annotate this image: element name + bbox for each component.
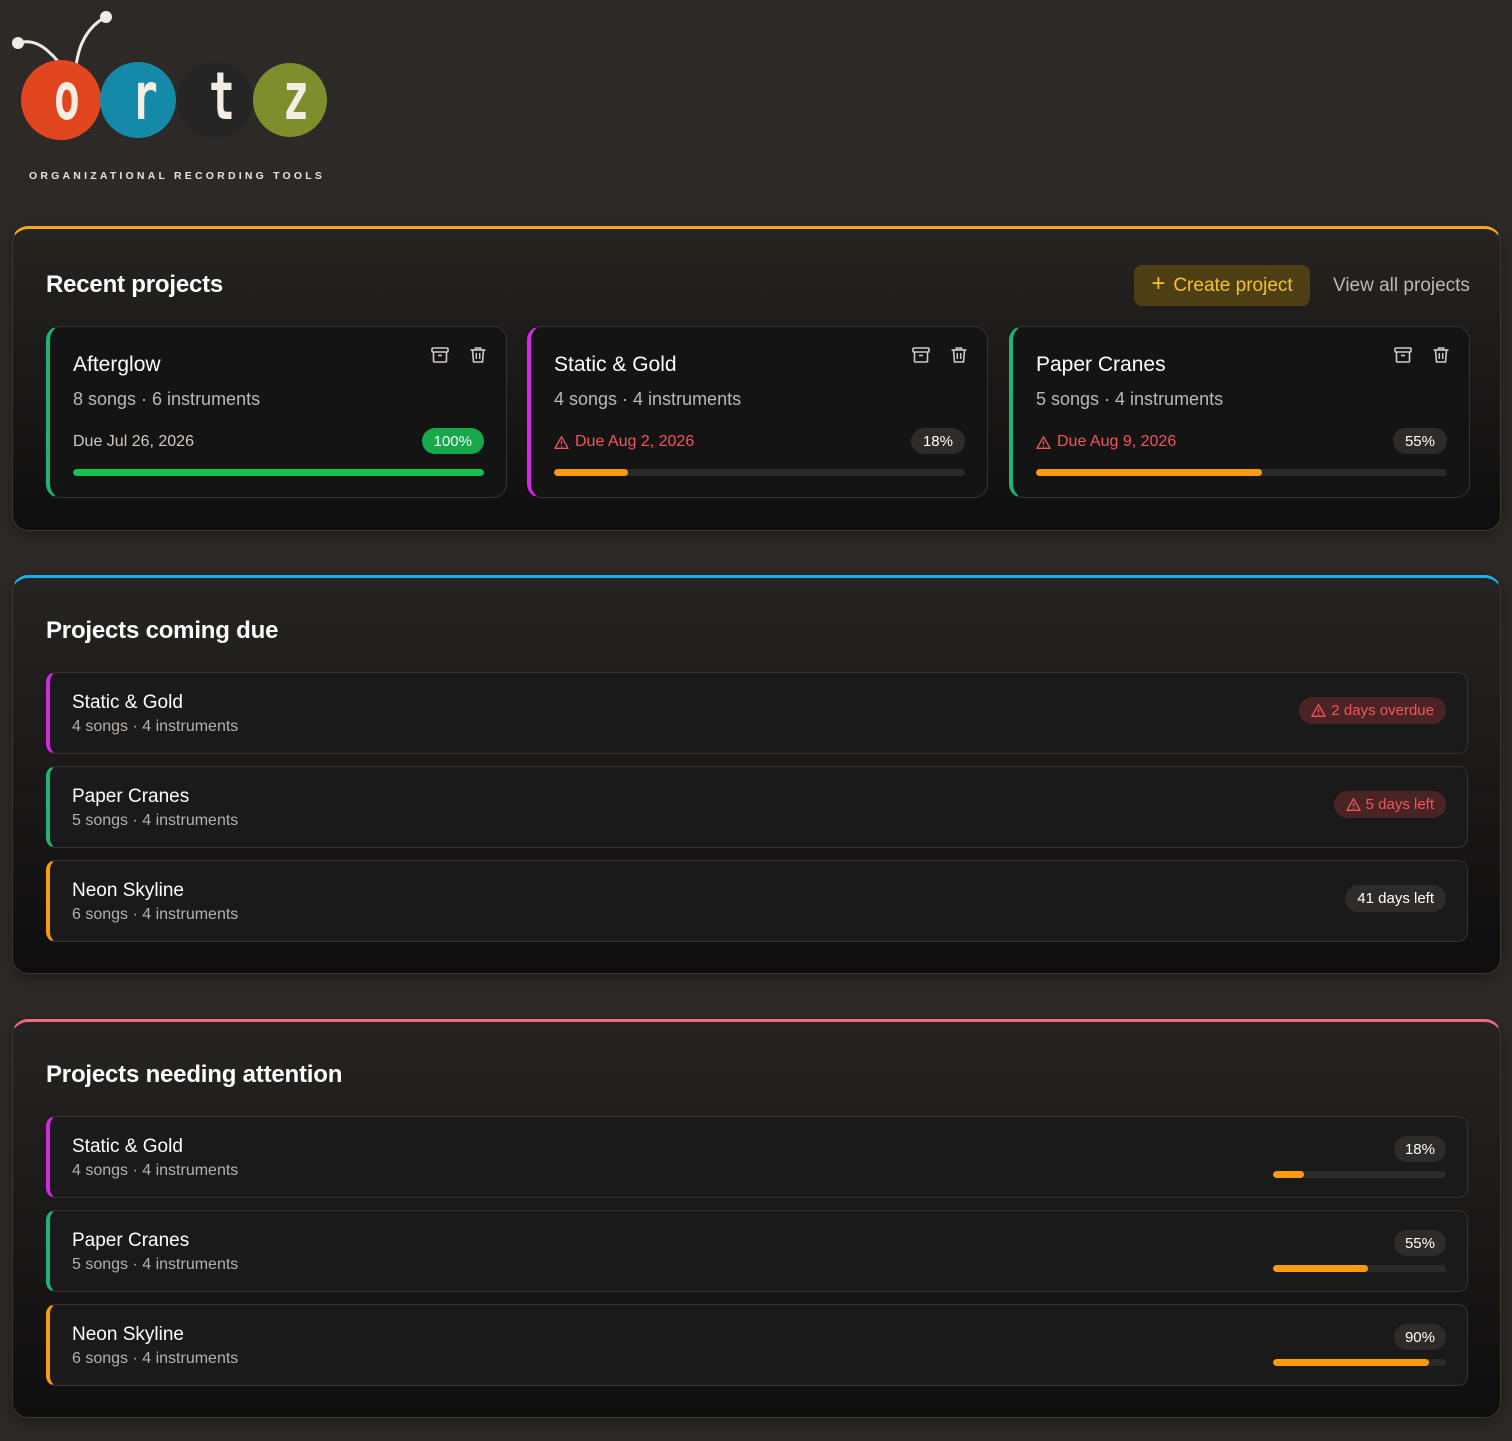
due-project-row[interactable]: Neon Skyline 6 songs · 4 instruments 41 da… xyxy=(46,860,1468,942)
due-date-text: Due Aug 9, 2026 xyxy=(1057,433,1177,450)
progress-bar xyxy=(554,469,965,476)
progress-bar-fill xyxy=(1273,1171,1305,1178)
project-meta: 8 songs · 6 instruments xyxy=(73,389,261,409)
projects-needing-attention-section: Projects needing attention Static & Gold… xyxy=(12,1019,1501,1418)
due-date: Due Jul 26, 2026 xyxy=(73,433,194,451)
projects-needing-attention-title: Projects needing attention xyxy=(46,1061,343,1088)
due-date: Due Aug 9, 2026 xyxy=(1036,433,1176,451)
project-meta: 5 songs · 4 instruments xyxy=(72,1256,239,1273)
plus-icon: + xyxy=(1151,270,1166,297)
create-project-button[interactable]: + Create project xyxy=(1134,265,1310,306)
project-meta: 4 songs · 4 instruments xyxy=(72,1162,239,1179)
attention-project-row[interactable]: Paper Cranes 5 songs · 4 instruments 55% xyxy=(46,1210,1468,1292)
logo-letter-r: r xyxy=(131,58,158,135)
project-name: Paper Cranes xyxy=(1036,353,1166,376)
warning-icon xyxy=(1311,703,1327,718)
app-logo[interactable]: o r t z ORGANIZATIONAL RECORDING TOOLS xyxy=(10,8,340,188)
logo-letter-o: o xyxy=(53,58,80,135)
project-card[interactable]: Afterglow 8 songs · 6 instruments Due Jul … xyxy=(46,326,507,498)
recent-projects-title: Recent projects xyxy=(46,271,224,298)
projects-coming-due-title: Projects coming due xyxy=(46,617,279,644)
project-name: Neon Skyline xyxy=(72,880,184,901)
logo-letter-t: t xyxy=(208,58,235,135)
warning-icon xyxy=(1345,797,1361,812)
warning-icon xyxy=(554,435,569,450)
due-status-badge: 2 days overdue xyxy=(1299,697,1446,724)
card-actions xyxy=(911,345,969,365)
progress-badge: 18% xyxy=(1393,1136,1446,1162)
progress-badge: 55% xyxy=(1393,1230,1446,1256)
progress-bar xyxy=(1036,469,1447,476)
archive-icon[interactable] xyxy=(430,345,450,365)
project-name: Static & Gold xyxy=(554,353,677,376)
view-all-projects-link[interactable]: View all projects xyxy=(1333,275,1470,297)
projects-coming-due-section: Projects coming due Static & Gold 4 songs… xyxy=(12,575,1501,974)
project-meta: 5 songs · 4 instruments xyxy=(1036,389,1224,409)
project-card[interactable]: Paper Cranes 5 songs · 4 instruments Due A… xyxy=(1009,326,1470,498)
project-card[interactable]: Static & Gold 4 songs · 4 instruments Due … xyxy=(527,326,988,498)
trash-icon[interactable] xyxy=(949,345,969,365)
due-status-text: 2 days overdue xyxy=(1331,702,1434,719)
trash-icon[interactable] xyxy=(1431,345,1451,365)
attention-project-row[interactable]: Static & Gold 4 songs · 4 instruments 18% xyxy=(46,1116,1468,1198)
project-name: Afterglow xyxy=(73,353,161,376)
due-date: Due Aug 2, 2026 xyxy=(554,433,694,451)
due-date-text: Due Aug 2, 2026 xyxy=(575,433,695,450)
card-actions xyxy=(1393,345,1451,365)
due-project-row[interactable]: Paper Cranes 5 songs · 4 instruments 5 day… xyxy=(46,766,1468,848)
progress-bar-fill xyxy=(73,469,484,476)
project-meta: 5 songs · 4 instruments xyxy=(72,812,239,829)
project-meta: 4 songs · 4 instruments xyxy=(72,718,239,735)
project-meta: 4 songs · 4 instruments xyxy=(554,389,742,409)
due-date-text: Due Jul 26, 2026 xyxy=(73,433,194,450)
card-actions xyxy=(430,345,488,365)
archive-icon[interactable] xyxy=(1393,345,1413,365)
progress-badge: 55% xyxy=(1392,428,1447,454)
warning-icon xyxy=(1036,435,1051,450)
attention-project-row[interactable]: Neon Skyline 6 songs · 4 instruments 90% xyxy=(46,1304,1468,1386)
progress-bar xyxy=(1273,1265,1446,1272)
due-status-badge: 5 days left xyxy=(1333,791,1446,818)
progress-bar xyxy=(1273,1171,1446,1178)
project-name: Static & Gold xyxy=(72,692,183,713)
project-name: Paper Cranes xyxy=(72,1230,190,1251)
project-meta: 6 songs · 4 instruments xyxy=(72,1350,239,1367)
project-name: Neon Skyline xyxy=(72,1324,184,1345)
recent-projects-section: Recent projects + Create project View al… xyxy=(12,226,1501,531)
progress-bar xyxy=(1273,1359,1446,1366)
due-status-badge: 41 days left xyxy=(1345,885,1446,912)
progress-bar-fill xyxy=(1273,1265,1369,1272)
progress-bar xyxy=(73,469,484,476)
archive-icon[interactable] xyxy=(911,345,931,365)
due-status-text: 5 days left xyxy=(1365,796,1434,813)
project-name: Paper Cranes xyxy=(72,786,190,807)
project-name: Static & Gold xyxy=(72,1136,183,1157)
progress-badge: 100% xyxy=(421,428,484,454)
progress-badge: 18% xyxy=(910,428,965,454)
progress-bar-fill xyxy=(1036,469,1263,476)
create-project-label: Create project xyxy=(1173,274,1293,296)
trash-icon[interactable] xyxy=(468,345,488,365)
project-meta: 6 songs · 4 instruments xyxy=(72,906,239,923)
due-status-text: 41 days left xyxy=(1357,890,1434,907)
logo-tagline: ORGANIZATIONAL RECORDING TOOLS xyxy=(29,170,326,182)
logo-letter-z: z xyxy=(282,58,309,135)
progress-badge: 90% xyxy=(1393,1324,1446,1350)
progress-bar-fill xyxy=(1273,1359,1429,1366)
due-project-row[interactable]: Static & Gold 4 songs · 4 instruments 2 da… xyxy=(46,672,1468,754)
progress-bar-fill xyxy=(554,469,628,476)
